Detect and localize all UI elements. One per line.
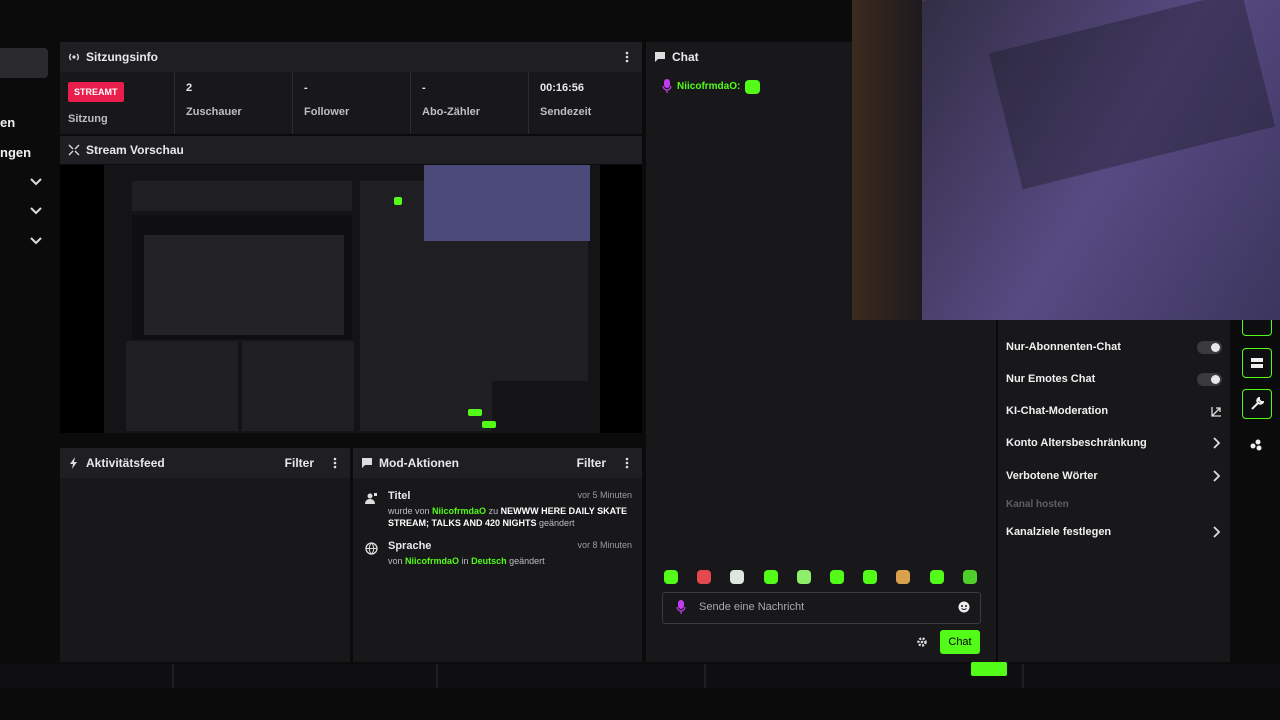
- stat-airtime: 00:16:56 Sendezeit: [528, 72, 642, 134]
- chat-bubble-icon: [362, 458, 372, 468]
- sidebar-item-label[interactable]: ngen: [0, 145, 31, 160]
- emote-icon[interactable]: [697, 570, 711, 584]
- chat-bubble-icon: [655, 52, 665, 62]
- activity-feed-panel: Aktivitätsfeed Filter: [60, 448, 350, 662]
- menu-item-channel-goals[interactable]: Kanalziele festlegen: [1006, 526, 1111, 538]
- chat-send-button-ghost: [971, 662, 1007, 676]
- mod-action-time: vor 5 Minuten: [577, 490, 632, 500]
- stat-value: -: [304, 82, 308, 94]
- stream-preview-panel: Stream Vorschau: [60, 136, 642, 164]
- emote-icon[interactable]: [664, 570, 678, 584]
- toggle-subscriber-chat[interactable]: [1197, 341, 1222, 354]
- stat-label: Zuschauer: [186, 106, 242, 118]
- rail-button-layout[interactable]: [1242, 348, 1272, 378]
- stream-preview-header: Stream Vorschau: [60, 136, 642, 164]
- mic-icon: [676, 600, 686, 614]
- emote-icon[interactable]: [896, 570, 910, 584]
- gear-icon[interactable]: [916, 636, 928, 648]
- external-icon[interactable]: [1211, 406, 1222, 417]
- webcam-overlay: [852, 0, 1280, 320]
- session-info-header: Sitzungsinfo: [60, 42, 642, 72]
- mod-action-detail: von NiicofrmdaO in Deutsch geändert: [388, 556, 545, 566]
- stat-value: 2: [186, 82, 193, 94]
- channel-actions-menu: [998, 320, 1230, 662]
- menu-item-emotes-chat[interactable]: Nur Emotes Chat: [1006, 373, 1095, 385]
- kebab-icon[interactable]: [620, 50, 634, 64]
- sidebar-item-label[interactable]: en: [0, 115, 15, 130]
- menu-item-banned-words[interactable]: Verbotene Wörter: [1006, 470, 1098, 482]
- session-info-panel: Sitzungsinfo STREAMT Sitzung 2 Zuschauer…: [60, 42, 642, 134]
- globe-icon: [365, 542, 378, 555]
- emote-icon[interactable]: [764, 570, 778, 584]
- mod-action-time: vor 8 Minuten: [577, 540, 632, 550]
- mod-actions-header: Mod-Aktionen Filter: [353, 448, 642, 478]
- panel-title: Chat: [672, 50, 699, 64]
- stat-value: 00:16:56: [540, 82, 585, 94]
- chat-message-user[interactable]: NiicofrmdaO:: [677, 81, 740, 92]
- chat-input-placeholder: Sende eine Nachricht: [699, 601, 805, 613]
- chevron-down-icon[interactable]: [28, 232, 44, 248]
- stat-subscribers: - Abo-Zähler: [410, 72, 529, 134]
- menu-item-subscriber-chat[interactable]: Nur-Abonnenten-Chat: [1006, 341, 1121, 353]
- username-link[interactable]: NiicofrmdaO: [405, 556, 459, 566]
- filter-button[interactable]: Filter: [577, 456, 606, 470]
- rail-button-tools[interactable]: [1242, 389, 1272, 419]
- preview-recursive-frame: [104, 165, 600, 433]
- emote-icon[interactable]: [730, 570, 744, 584]
- sidebar-active-item[interactable]: [0, 48, 48, 78]
- username-link[interactable]: NiicofrmdaO: [432, 506, 486, 516]
- bottom-bar: [0, 662, 1280, 688]
- stat-label: Follower: [304, 106, 350, 118]
- menu-item-ai-moderation[interactable]: KI-Chat-Moderation: [1006, 405, 1108, 417]
- emote-icon[interactable]: [863, 570, 877, 584]
- panel-title: Stream Vorschau: [86, 143, 184, 157]
- emote-icon[interactable]: [830, 570, 844, 584]
- emote-icon[interactable]: [963, 570, 977, 584]
- chevron-down-icon[interactable]: [28, 202, 44, 218]
- toggle-emotes-chat[interactable]: [1197, 373, 1222, 386]
- chevron-right-icon[interactable]: [1210, 526, 1222, 538]
- emote-icon[interactable]: [930, 570, 944, 584]
- mod-action-title: Titel: [388, 490, 411, 502]
- activity-feed-header: Aktivitätsfeed Filter: [60, 448, 350, 478]
- users-icon[interactable]: [1249, 437, 1263, 451]
- stat-label: Sendezeit: [540, 106, 592, 118]
- panel-title: Mod-Aktionen: [379, 456, 459, 470]
- filter-button[interactable]: Filter: [285, 456, 314, 470]
- stat-label: Sitzung: [68, 113, 108, 125]
- menu-item-age-restriction[interactable]: Konto Altersbeschränkung: [1006, 437, 1147, 449]
- chevron-right-icon[interactable]: [1210, 437, 1222, 449]
- menu-item-host-channel: Kanal hosten: [1006, 499, 1069, 510]
- stat-session: STREAMT Sitzung: [60, 72, 175, 134]
- mod-action-detail: wurde von NiicofrmdaO zu NEWWW HERE DAIL…: [388, 506, 627, 528]
- panel-title: Sitzungsinfo: [86, 50, 158, 64]
- stat-value: -: [422, 82, 426, 94]
- stat-label: Abo-Zähler: [422, 106, 481, 118]
- chevron-down-icon[interactable]: [28, 173, 44, 189]
- mic-icon: [662, 79, 672, 93]
- stat-followers: - Follower: [292, 72, 411, 134]
- chat-send-button[interactable]: Chat: [940, 630, 980, 654]
- wrench-icon: [1251, 397, 1264, 410]
- layout-icon: [1251, 358, 1263, 368]
- stream-preview-video[interactable]: [60, 165, 642, 433]
- chat-input[interactable]: Sende eine Nachricht: [662, 592, 981, 624]
- kebab-icon[interactable]: [328, 456, 342, 470]
- kebab-icon[interactable]: [620, 456, 634, 470]
- emote-icon: [745, 80, 760, 94]
- smile-icon[interactable]: [958, 601, 970, 613]
- emote-icon[interactable]: [797, 570, 811, 584]
- expand-icon[interactable]: [68, 144, 80, 156]
- stat-viewers: 2 Zuschauer: [174, 72, 293, 134]
- broadcast-icon: [69, 53, 79, 61]
- bolt-icon: [70, 457, 77, 469]
- user-edit-icon: [365, 493, 377, 504]
- mod-action-title: Sprache: [388, 540, 432, 552]
- chevron-right-icon[interactable]: [1210, 470, 1222, 482]
- panel-title: Aktivitätsfeed: [86, 456, 165, 470]
- mod-actions-panel: Mod-Aktionen Filter Titel vor 5 Minuten …: [353, 448, 642, 662]
- live-badge: STREAMT: [68, 82, 124, 102]
